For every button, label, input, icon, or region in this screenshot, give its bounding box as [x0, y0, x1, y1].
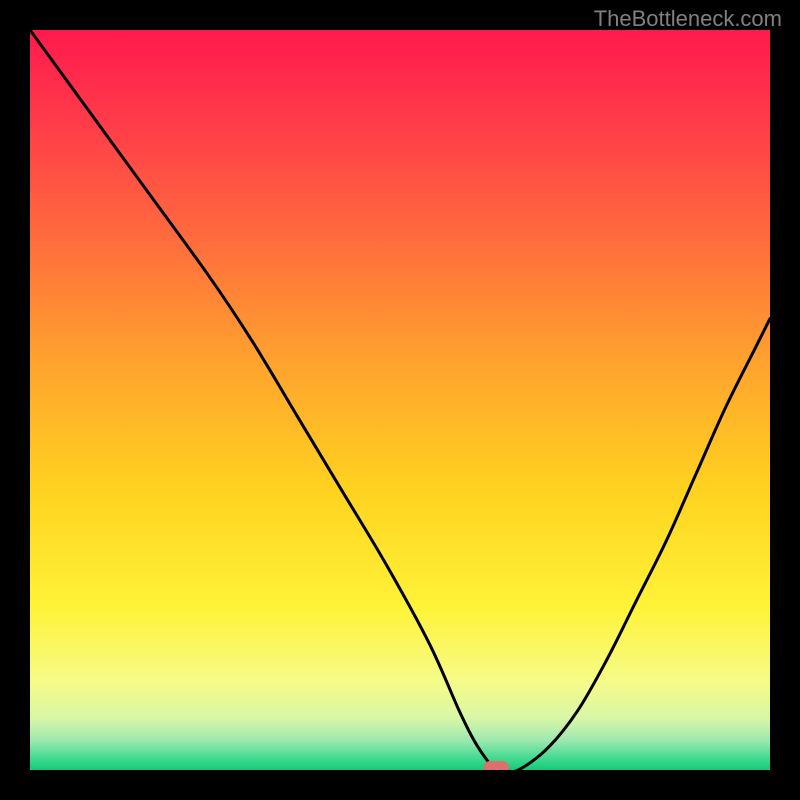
chart-svg [30, 30, 770, 770]
chart-marker [483, 761, 509, 770]
watermark-text: TheBottleneck.com [594, 6, 782, 32]
chart-background [30, 30, 770, 770]
chart-plot-area [30, 30, 770, 770]
